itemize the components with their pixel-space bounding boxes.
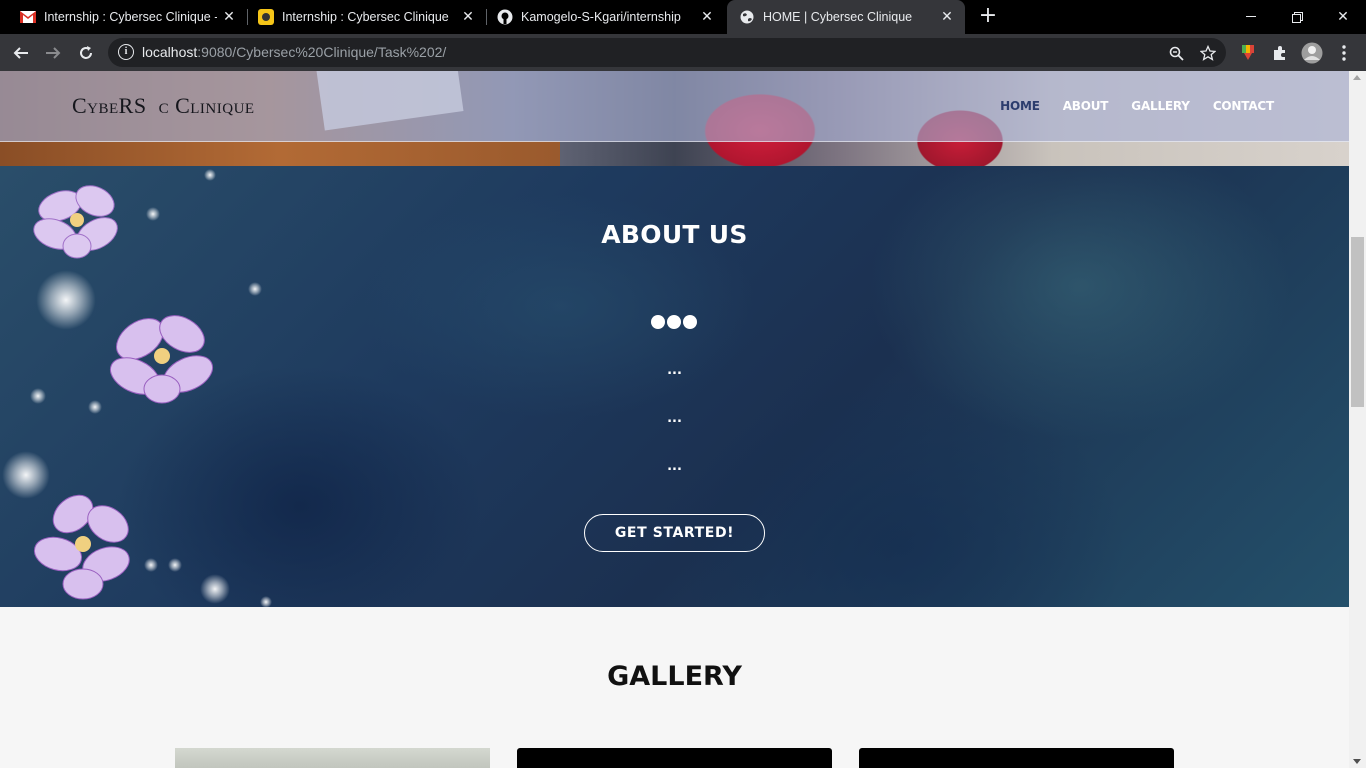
tab-title: HOME | Cybersec Clinique — [763, 10, 913, 24]
gallery-image[interactable] — [859, 748, 1174, 768]
address-bar[interactable]: i localhost:9080/Cybersec%20Clinique/Tas… — [108, 38, 1226, 67]
browser-menu-icon[interactable] — [1332, 41, 1356, 65]
sparkle-decoration — [260, 596, 272, 608]
tab-title: Internship : Cybersec Clinique — [282, 10, 449, 24]
nav-link-gallery[interactable]: GALLERY — [1131, 99, 1190, 113]
nav-link-contact[interactable]: CONTACT — [1213, 99, 1274, 113]
reload-button[interactable] — [73, 40, 99, 66]
about-text-line: ... — [667, 459, 682, 474]
new-tab-button[interactable]: + — [976, 5, 1000, 29]
github-icon — [497, 9, 513, 25]
extension-color-icon[interactable] — [1236, 41, 1260, 65]
gmail-icon — [20, 9, 36, 25]
gallery-title: GALLERY — [607, 661, 742, 692]
forward-button[interactable] — [40, 40, 66, 66]
browser-tab-gmail[interactable]: Internship : Cybersec Clinique - k ✕ — [0, 0, 247, 34]
close-tab-icon[interactable]: ✕ — [935, 9, 959, 25]
site-info-icon[interactable]: i — [118, 44, 134, 60]
site-logo[interactable]: CybeRS c Clinique — [72, 93, 255, 119]
sparkle-decoration — [200, 574, 230, 604]
close-window-button[interactable]: ✕ — [1320, 0, 1366, 34]
zoom-icon[interactable] — [1166, 43, 1186, 63]
sparkle-decoration — [30, 388, 46, 404]
browser-tab-home[interactable]: HOME | Cybersec Clinique ✕ — [727, 0, 965, 34]
minimize-window-button[interactable] — [1228, 0, 1274, 34]
url-text: localhost:9080/Cybersec%20Clinique/Task%… — [142, 44, 447, 60]
sparkle-decoration — [36, 270, 96, 330]
scrollbar-thumb[interactable] — [1351, 237, 1364, 407]
restore-window-button[interactable] — [1274, 0, 1320, 34]
sparkle-decoration — [248, 282, 262, 296]
browser-toolbar: i localhost:9080/Cybersec%20Clinique/Tas… — [0, 34, 1366, 71]
about-text-line: ... — [667, 411, 682, 426]
close-tab-icon[interactable]: ✕ — [695, 9, 719, 25]
site-navbar: CybeRS c Clinique HOME ABOUT GALLERY CON… — [0, 71, 1349, 142]
sparkle-decoration — [168, 558, 182, 572]
sparkle-decoration — [146, 207, 160, 221]
gallery-image[interactable] — [175, 748, 490, 768]
page-viewport: CybeRS c Clinique HOME ABOUT GALLERY CON… — [0, 71, 1349, 768]
tab-title: Internship : Cybersec Clinique - k — [44, 10, 217, 24]
get-started-button[interactable]: GET STARTED! — [584, 514, 765, 552]
tab-title: Kamogelo-S-Kgari/internship — [521, 10, 681, 24]
about-title: ABOUT US — [601, 220, 748, 249]
back-button[interactable] — [8, 40, 34, 66]
about-section: ABOUT US ... ... ... GET STARTED! — [0, 166, 1349, 608]
scroll-down-arrow-icon[interactable] — [1353, 759, 1361, 764]
page-scrollbar[interactable] — [1349, 71, 1366, 768]
flower-decoration — [109, 315, 214, 404]
sparkle-decoration — [144, 558, 158, 572]
extensions-puzzle-icon[interactable] — [1268, 41, 1292, 65]
profile-avatar-icon[interactable] — [1300, 41, 1324, 65]
about-text-line: ... — [667, 363, 682, 378]
flower-decoration — [33, 494, 130, 600]
hero-table-detail — [0, 141, 560, 166]
loading-dots-icon — [651, 315, 697, 329]
nav-link-about[interactable]: ABOUT — [1063, 99, 1109, 113]
site-nav-links: HOME ABOUT GALLERY CONTACT — [1000, 99, 1274, 113]
browser-tab-trello[interactable]: Internship : Cybersec Clinique ✕ — [238, 0, 486, 34]
trello-app-icon — [258, 9, 274, 25]
browser-tab-github[interactable]: Kamogelo-S-Kgari/internship ✕ — [477, 0, 725, 34]
nav-link-home[interactable]: HOME — [1000, 99, 1040, 113]
sparkle-decoration — [204, 169, 216, 181]
gallery-image[interactable] — [517, 748, 832, 768]
bookmark-star-icon[interactable] — [1198, 43, 1218, 63]
globe-icon — [739, 9, 755, 25]
scroll-up-arrow-icon[interactable] — [1353, 75, 1361, 80]
browser-tab-strip: Internship : Cybersec Clinique - k ✕ Int… — [0, 0, 1366, 34]
